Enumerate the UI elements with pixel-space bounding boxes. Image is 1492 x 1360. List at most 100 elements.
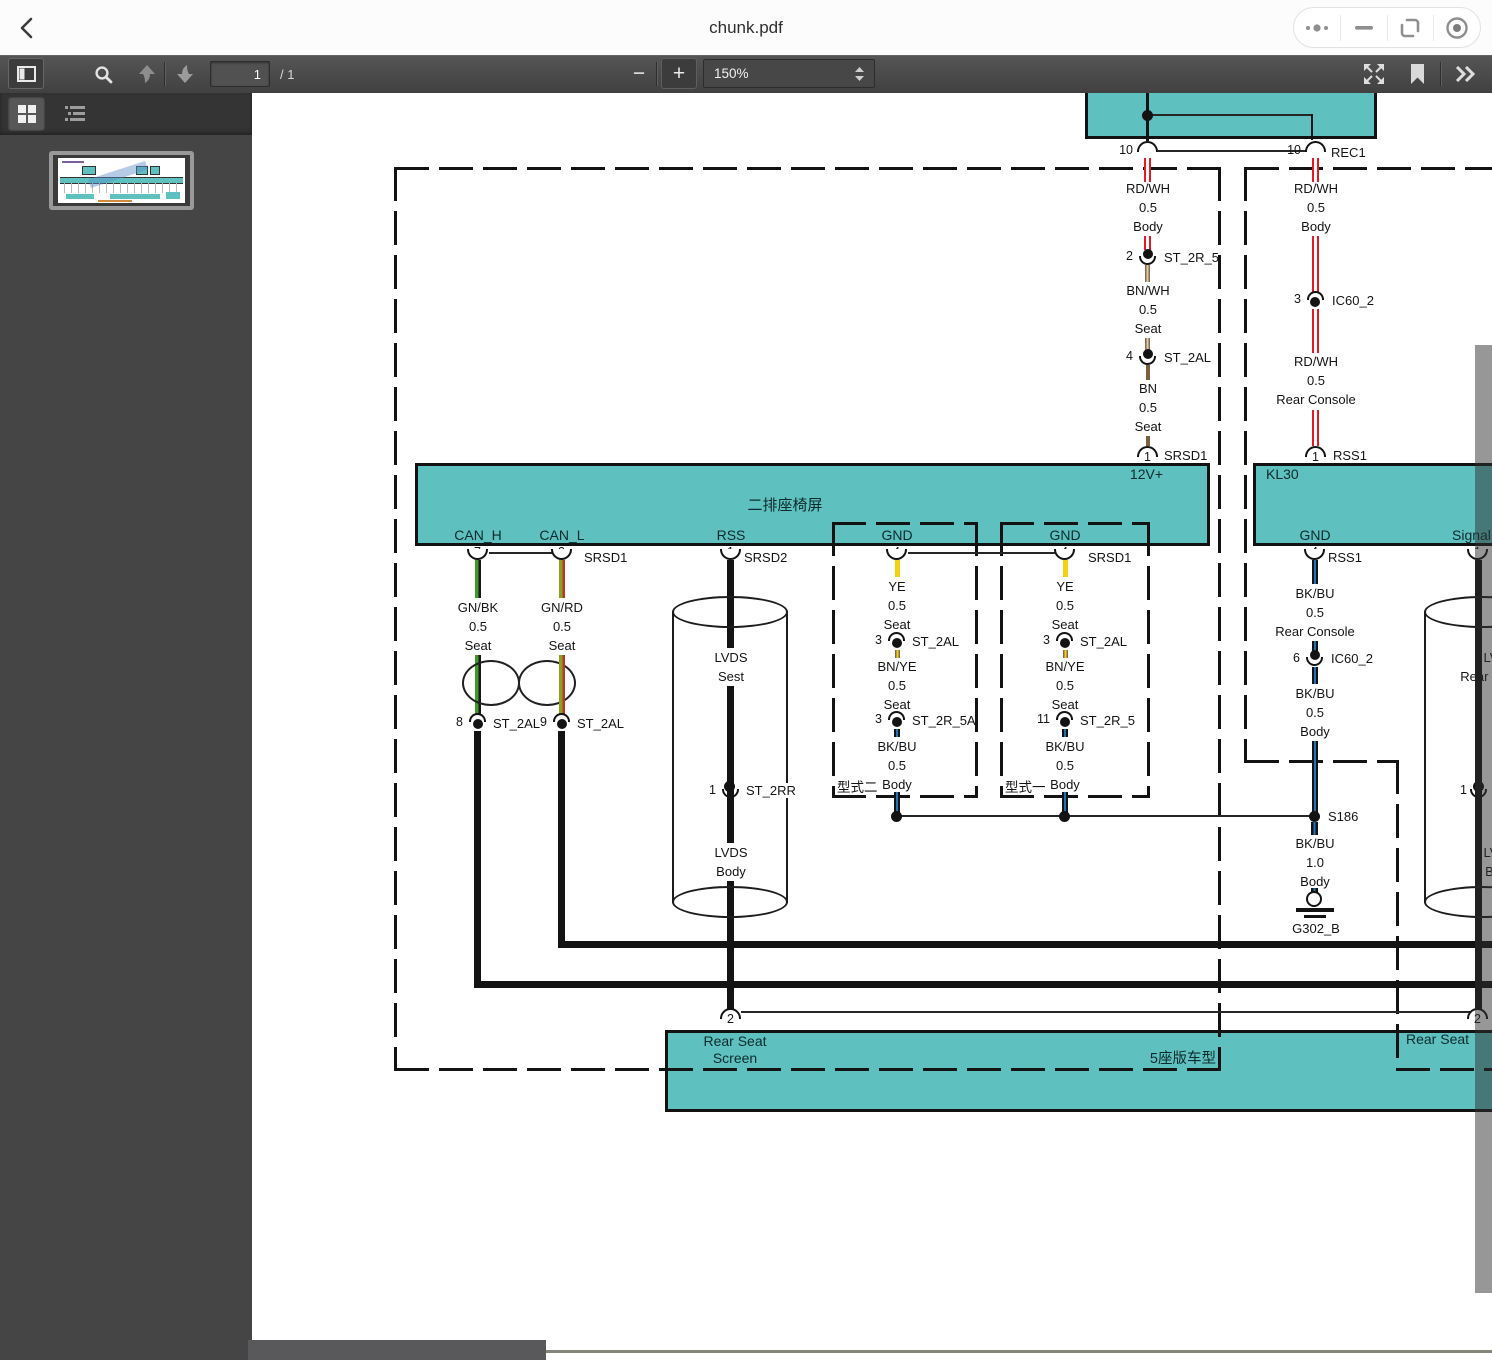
pin-connector-name: SRSD1 xyxy=(1164,448,1207,463)
document-title: chunk.pdf xyxy=(0,18,1492,38)
inline-connector-dot xyxy=(557,719,567,729)
splice-link-line xyxy=(897,815,1315,817)
block-pin-label: GND xyxy=(1285,527,1345,543)
window-controls-pill xyxy=(1293,7,1481,48)
wire-black xyxy=(474,731,481,983)
wire-rdwh xyxy=(1144,236,1151,250)
zoom-level-select[interactable]: 150% xyxy=(703,59,875,88)
more-tools-button[interactable] xyxy=(1448,60,1482,88)
zoom-in-button[interactable]: + xyxy=(661,58,697,89)
splice-name: S186 xyxy=(1328,809,1358,824)
record-circle-icon xyxy=(1445,16,1469,40)
wire-gnbk xyxy=(475,560,481,598)
connector-pin-number: 9 xyxy=(521,715,547,729)
thumbnail-wires xyxy=(64,183,179,193)
gnd-box1-border xyxy=(975,522,978,798)
wire-bkbu xyxy=(1312,667,1318,684)
connector-name: IC60_2 xyxy=(1331,651,1373,666)
wire-bn xyxy=(1146,436,1150,446)
connector-name: ST_2AL xyxy=(1164,350,1211,365)
group-b-border xyxy=(1245,167,1492,170)
vertical-scrollbar[interactable] xyxy=(1475,345,1492,1293)
connector-name: IC60_2 xyxy=(1332,293,1374,308)
gnd-box2-border xyxy=(1000,522,1003,798)
thumbnail-page xyxy=(58,158,185,203)
connector-name: ST_2RR xyxy=(746,783,796,798)
pin-number: 10 xyxy=(1273,143,1301,157)
connector-pin-number: 3 xyxy=(856,633,882,647)
connector-pin-number: 6 xyxy=(1272,651,1300,665)
pin-connector-name: RSS1 xyxy=(1328,550,1362,565)
restore-window-button[interactable] xyxy=(1388,8,1434,48)
zoom-out-button[interactable]: − xyxy=(624,60,654,88)
wire-label: BN/YE 0.5 Seat xyxy=(849,657,945,714)
bookmark-button[interactable] xyxy=(1402,60,1432,88)
arrow-down-icon xyxy=(176,64,194,84)
wire-bkbu xyxy=(1312,560,1318,584)
wire-gnrd xyxy=(559,560,565,598)
more-options-button[interactable] xyxy=(1294,8,1340,48)
ground-symbol-bar xyxy=(1304,915,1326,918)
sidebar-toggle-icon xyxy=(17,66,36,82)
connector-name: ST_2AL xyxy=(577,716,624,731)
wire-label: BN/WH 0.5 Seat xyxy=(1100,281,1196,338)
shield-cylinder-bottom xyxy=(672,886,788,918)
splice-dot xyxy=(1309,811,1320,822)
wire-bkbu xyxy=(894,729,900,737)
pin2-link-line xyxy=(741,1011,1471,1013)
block-title: Rear Seat Screen xyxy=(675,1033,795,1067)
wire-label: RD/WH 0.5 Body xyxy=(1268,179,1364,236)
search-icon xyxy=(94,65,113,84)
variant-label: 型式一 xyxy=(1005,776,1046,796)
wire-label: BN/YE 0.5 Seat xyxy=(1017,657,1113,714)
wire-label: GN/BK 0.5 Seat xyxy=(430,598,526,655)
shield-label: LVDS Body xyxy=(691,843,771,881)
inline-connector-dot xyxy=(892,717,902,727)
connector-pin-number: 2 xyxy=(1105,249,1133,263)
wire-rdwh xyxy=(1312,410,1319,446)
toggle-sidebar-button[interactable] xyxy=(8,58,44,89)
variant-label: 型式二 xyxy=(837,776,878,796)
inline-connector-dot xyxy=(1060,717,1070,727)
wire-label: BN 0.5 Seat xyxy=(1100,379,1196,436)
page-number-input[interactable] xyxy=(210,61,270,87)
block-pin-label: CAN_H xyxy=(438,527,518,543)
record-tab-button[interactable] xyxy=(1434,8,1480,48)
presentation-mode-button[interactable] xyxy=(1358,60,1390,88)
thumbnails-tab-button[interactable] xyxy=(8,97,45,131)
group-a-border xyxy=(395,1068,1221,1071)
thumbnail-detail xyxy=(98,200,132,202)
page-count-label: / 1 xyxy=(280,67,294,82)
wire-bus xyxy=(558,941,1492,948)
minimize-button[interactable] xyxy=(1341,8,1387,48)
next-page-button[interactable] xyxy=(172,60,198,88)
ground-symbol-circle xyxy=(1306,891,1322,907)
wire-ye xyxy=(895,560,900,577)
bookmark-icon xyxy=(1410,64,1425,84)
twisted-pair-icon xyxy=(518,660,576,706)
inline-connector-dot xyxy=(1060,638,1070,648)
thumbnail-band xyxy=(166,192,180,199)
twisted-pair-icon xyxy=(462,660,520,706)
pdf-viewer-window: { "window": { "title": "chunk.pdf" }, "p… xyxy=(0,0,1492,1360)
connector-pin-number: 3 xyxy=(1273,292,1301,306)
page-thumbnail-selected[interactable] xyxy=(49,151,194,210)
wire-label: RD/WH 0.5 Body xyxy=(1100,179,1196,236)
horizontal-scrollbar[interactable] xyxy=(248,1340,546,1360)
connector-pin-number: 1 xyxy=(690,783,716,797)
block-title: 二排座椅屏 xyxy=(715,494,855,515)
block-pin-label: KL30 xyxy=(1266,466,1346,482)
double-chevron-right-icon xyxy=(1454,66,1476,82)
block-pin-label: CAN_L xyxy=(522,527,602,543)
pin-connector-name: SRSD1 xyxy=(584,550,627,565)
sidebar-tab-strip xyxy=(0,93,252,135)
toolbar-divider xyxy=(1440,62,1441,86)
group-a-border xyxy=(394,167,397,1071)
previous-page-button[interactable] xyxy=(134,60,160,88)
search-button[interactable] xyxy=(88,60,118,88)
pdf-toolbar: / 1 − + 150% xyxy=(0,55,1492,94)
thumbnail-detail xyxy=(62,161,84,163)
select-spinner-icon xyxy=(855,67,864,81)
wire-black xyxy=(558,731,565,943)
outline-tab-button[interactable] xyxy=(58,99,92,129)
